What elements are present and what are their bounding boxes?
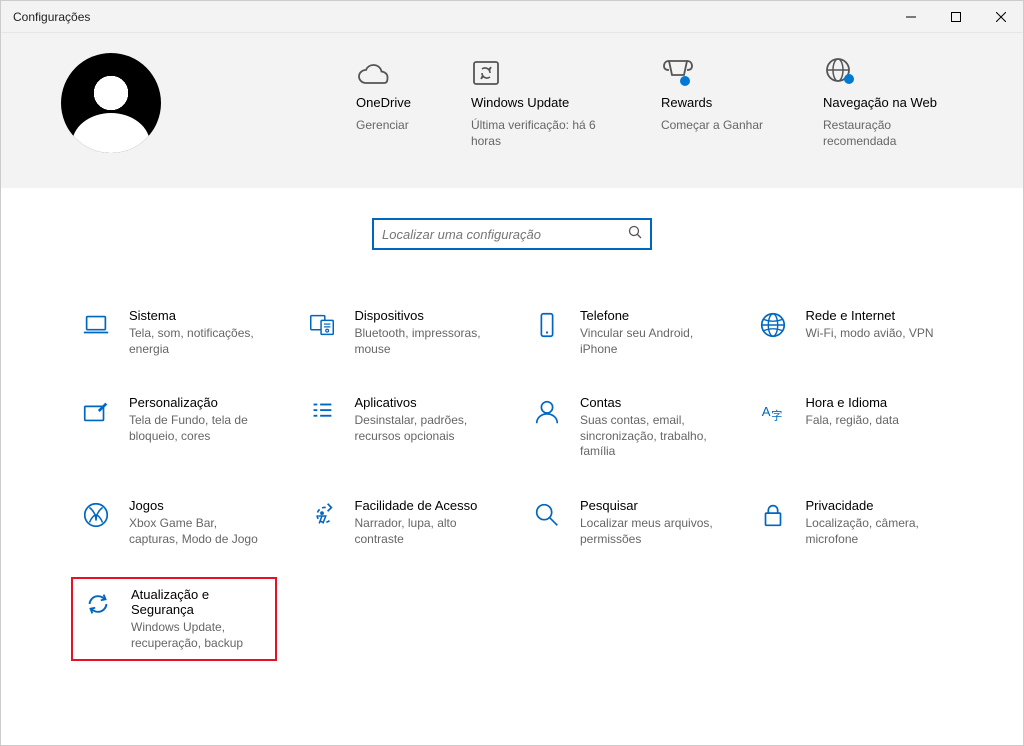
category-desc: Tela, som, notificações, energia — [129, 326, 269, 357]
status-sub: Última verificação: há 6 horas — [471, 118, 601, 149]
xbox-icon — [79, 498, 113, 532]
category-time-language[interactable]: A字 Hora e Idioma Fala, região, data — [748, 387, 954, 468]
category-desc: Localização, câmera, microfone — [806, 516, 946, 547]
status-sub: Começar a Ganhar — [661, 118, 763, 134]
window-controls — [888, 1, 1023, 33]
language-icon: A字 — [756, 395, 790, 429]
search-input[interactable] — [382, 227, 628, 242]
account-header: OneDrive Gerenciar Windows Update Última… — [1, 33, 1023, 188]
category-desc: Bluetooth, impressoras, mouse — [355, 326, 495, 357]
titlebar: Configurações — [1, 1, 1023, 33]
category-desc: Desinstalar, padrões, recursos opcionais — [355, 413, 495, 444]
category-desc: Suas contas, email, sincronização, traba… — [580, 413, 720, 460]
category-system[interactable]: Sistema Tela, som, notificações, energia — [71, 300, 277, 365]
category-title: Jogos — [129, 498, 269, 513]
paint-icon — [79, 395, 113, 429]
status-sub: Restauração recomendada — [823, 118, 953, 149]
category-title: Rede e Internet — [806, 308, 934, 323]
settings-grid: SistemaTela, som, notificações, energia … — [1, 270, 1023, 661]
person-icon — [530, 395, 564, 429]
rewards-icon — [661, 53, 695, 87]
svg-text:字: 字 — [771, 409, 782, 423]
search-box[interactable] — [372, 218, 652, 250]
category-search[interactable]: Pesquisar Localizar meus arquivos, permis… — [522, 490, 728, 555]
category-desc: Windows Update, recuperação, backup — [131, 620, 267, 651]
category-accounts[interactable]: Contas Suas contas, email, sincronização,… — [522, 387, 728, 468]
category-title: Dispositivos — [355, 308, 495, 323]
user-avatar[interactable] — [61, 53, 161, 153]
category-apps[interactable]: Aplicativos Desinstalar, padrões, recurso… — [297, 387, 503, 468]
apps-icon — [305, 395, 339, 429]
category-title: Pesquisar — [580, 498, 720, 513]
category-ease-of-access[interactable]: Facilidade de Acesso Narrador, lupa, alto… — [297, 490, 503, 555]
status-rewards[interactable]: Rewards Começar a Ganhar — [661, 53, 763, 149]
category-title: Atualização e Segurança — [131, 587, 267, 617]
category-desc: Xbox Game Bar, capturas, Modo de Jogo — [129, 516, 269, 547]
devices-icon — [305, 308, 339, 342]
category-personalization[interactable]: Personalização Tela de Fundo, tela de blo… — [71, 387, 277, 468]
status-title: Rewards — [661, 95, 712, 110]
category-title: Privacidade — [806, 498, 946, 513]
category-title: Telefone — [580, 308, 720, 323]
category-desc: Vincular seu Android, iPhone — [580, 326, 720, 357]
search-icon — [530, 498, 564, 532]
category-privacy[interactable]: Privacidade Localização, câmera, microfon… — [748, 490, 954, 555]
category-devices[interactable]: Dispositivos Bluetooth, impressoras, mous… — [297, 300, 503, 365]
category-title: Sistema — [129, 308, 269, 323]
category-phone[interactable]: Telefone Vincular seu Android, iPhone — [522, 300, 728, 365]
category-desc: Tela de Fundo, tela de bloqueio, cores — [129, 413, 269, 444]
globe-icon — [823, 53, 857, 87]
category-desc: Localizar meus arquivos, permissões — [580, 516, 720, 547]
category-network[interactable]: Rede e Internet Wi-Fi, modo avião, VPN — [748, 300, 954, 365]
phone-icon — [530, 308, 564, 342]
search-row — [1, 188, 1023, 270]
category-desc: Narrador, lupa, alto contraste — [355, 516, 495, 547]
maximize-button[interactable] — [933, 1, 978, 33]
cloud-icon — [356, 53, 392, 87]
search-icon — [628, 225, 642, 244]
category-desc: Wi-Fi, modo avião, VPN — [806, 326, 934, 342]
category-gaming[interactable]: Jogos Xbox Game Bar, capturas, Modo de Jo… — [71, 490, 277, 555]
category-title: Contas — [580, 395, 720, 410]
category-title: Facilidade de Acesso — [355, 498, 495, 513]
category-update-security[interactable]: Atualização e SegurançaWindows Update, r… — [71, 577, 277, 661]
globe-icon — [756, 308, 790, 342]
lock-icon — [756, 498, 790, 532]
status-title: Navegação na Web — [823, 95, 937, 110]
status-title: Windows Update — [471, 95, 569, 110]
category-title: Aplicativos — [355, 395, 495, 410]
accessibility-icon — [305, 498, 339, 532]
category-desc: Fala, região, data — [806, 413, 899, 429]
status-onedrive[interactable]: OneDrive Gerenciar — [356, 53, 411, 149]
sync-icon — [471, 53, 501, 87]
svg-text:A: A — [761, 404, 770, 419]
status-windows-update[interactable]: Windows Update Última verificação: há 6 … — [471, 53, 601, 149]
sync-arrows-icon — [81, 587, 115, 621]
close-button[interactable] — [978, 1, 1023, 33]
laptop-icon — [79, 308, 113, 342]
status-row: OneDrive Gerenciar Windows Update Última… — [356, 53, 983, 149]
minimize-button[interactable] — [888, 1, 933, 33]
category-title: Personalização — [129, 395, 269, 410]
window-title: Configurações — [13, 10, 90, 24]
status-web-browsing[interactable]: Navegação na Web Restauração recomendada — [823, 53, 953, 149]
status-title: OneDrive — [356, 95, 411, 110]
status-sub: Gerenciar — [356, 118, 409, 134]
category-title: Hora e Idioma — [806, 395, 899, 410]
